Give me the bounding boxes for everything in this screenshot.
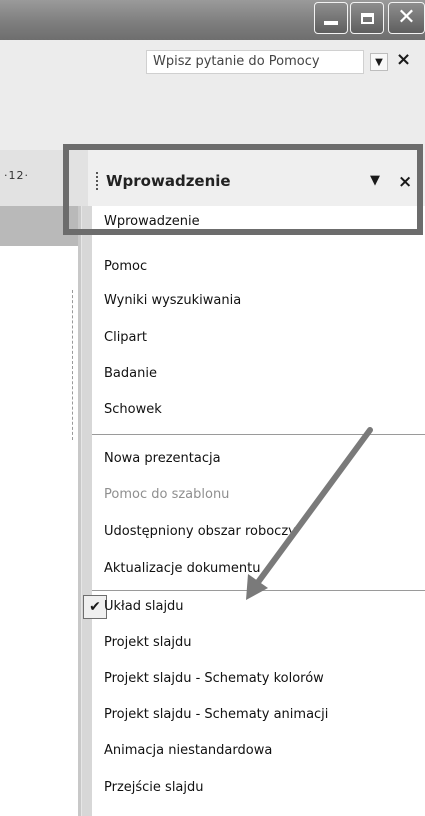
help-search-input[interactable]: Wpisz pytanie do Pomocy [146, 50, 364, 74]
slides-tab[interactable] [0, 206, 80, 246]
menu-item-clipart[interactable]: Clipart [104, 330, 147, 345]
menu-separator [92, 434, 425, 435]
minimize-icon [324, 21, 338, 25]
menu-item-projekt-slajdu[interactable]: Projekt slajdu [104, 635, 191, 650]
menu-item-schematy-kolorow[interactable]: Projekt slajdu - Schematy kolorów [104, 671, 324, 686]
menu-item-schowek[interactable]: Schowek [104, 402, 162, 417]
close-window-button[interactable]: ✕ [388, 2, 425, 34]
menu-separator [92, 590, 425, 591]
minimize-button[interactable] [314, 2, 348, 34]
task-pane-title[interactable]: Wprowadzenie [106, 172, 231, 190]
task-pane-close-button[interactable]: × [398, 172, 412, 192]
help-close-button[interactable]: × [396, 49, 411, 70]
menu-item-uklad-slajdu[interactable]: Układ slajdu [104, 599, 184, 614]
pane-divider [78, 206, 81, 816]
menu-item-badanie[interactable]: Badanie [104, 366, 157, 381]
menu-item-udostepniony-obszar[interactable]: Udostępniony obszar roboczy [104, 524, 296, 539]
chevron-down-icon: ▼ [375, 56, 383, 68]
menu-item-wyniki-wyszukiwania[interactable]: Wyniki wyszukiwania [104, 293, 241, 308]
slide-border [72, 290, 73, 440]
menu-item-pomoc[interactable]: Pomoc [104, 259, 147, 274]
slide-thumbnail-area[interactable] [0, 246, 80, 816]
restore-button[interactable] [350, 2, 384, 34]
menu-item-schematy-animacji[interactable]: Projekt slajdu - Schematy animacji [104, 707, 328, 722]
menu-item-wprowadzenie[interactable]: Wprowadzenie [104, 214, 200, 229]
grip-icon[interactable] [96, 172, 101, 190]
menu-gutter [82, 206, 92, 816]
menu-item-nowa-prezentacja[interactable]: Nowa prezentacja [104, 451, 221, 466]
ruler-label: ·12· [4, 169, 29, 182]
menu-item-pomoc-do-szablonu: Pomoc do szablonu [104, 487, 230, 502]
menu-item-animacja-niestandardowa[interactable]: Animacja niestandardowa [104, 743, 272, 758]
restore-icon [360, 12, 374, 24]
task-pane-dropdown-button[interactable]: ▼ [370, 173, 380, 188]
close-icon: ✕ [397, 5, 416, 30]
menu-item-aktualizacje-dokumentu[interactable]: Aktualizacje dokumentu [104, 561, 260, 576]
menu-item-przejscie-slajdu[interactable]: Przejście slajdu [104, 780, 204, 795]
help-dropdown-button[interactable]: ▼ [370, 53, 388, 71]
